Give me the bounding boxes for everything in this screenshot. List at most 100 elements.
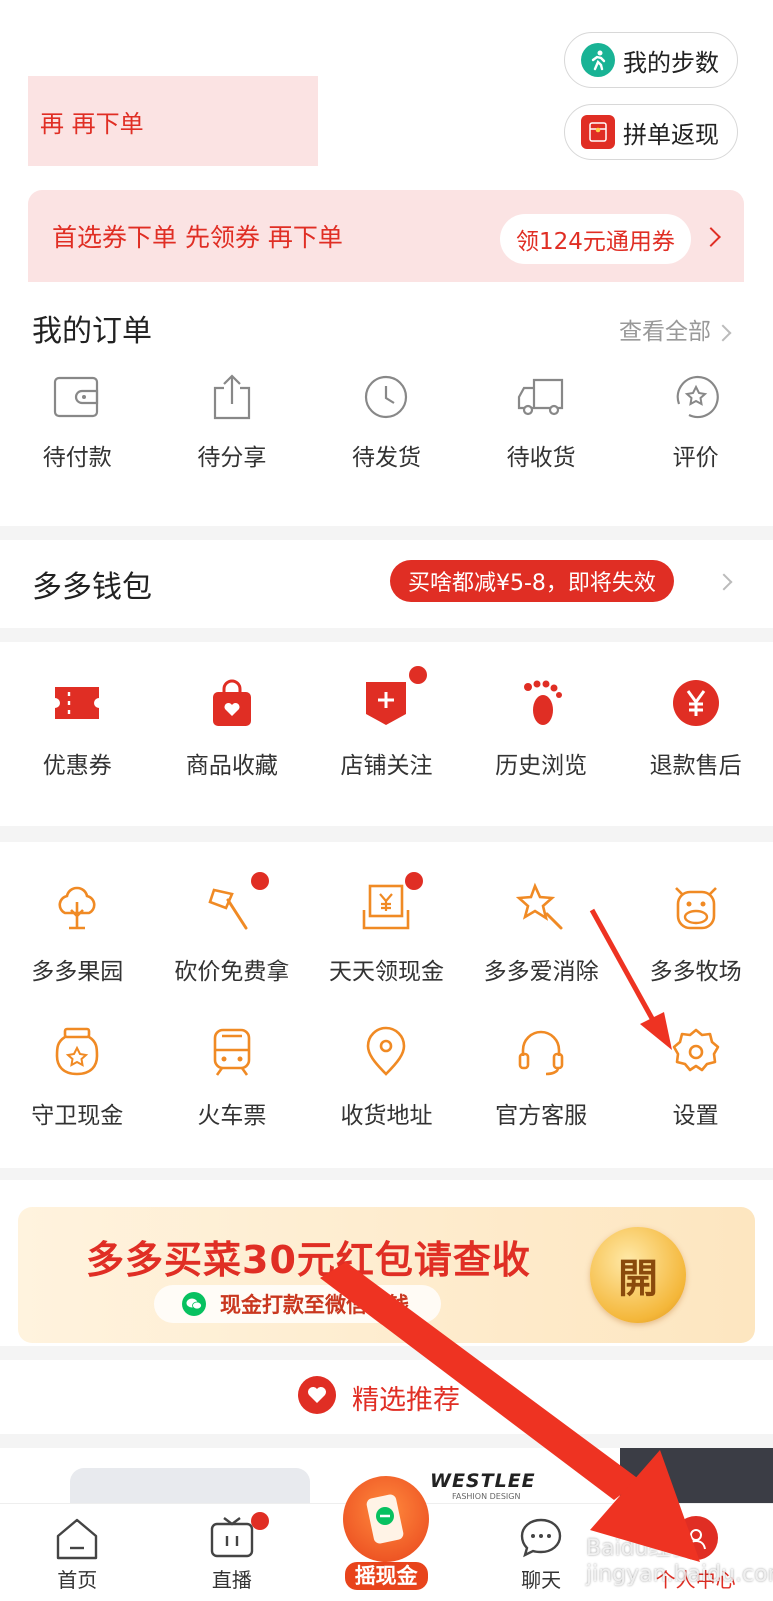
coupon-tag-label: 领124元通用券 xyxy=(516,229,675,255)
location-pin-icon xyxy=(367,1026,406,1076)
coupon-icon xyxy=(55,687,100,719)
service-history[interactable]: 历史浏览 xyxy=(464,678,619,780)
services-row: 优惠券 商品收藏 店铺关注 历史浏览 退款售后 xyxy=(0,666,773,780)
tv-live-icon xyxy=(210,1517,254,1558)
nav-home[interactable]: 首页 xyxy=(0,1504,155,1601)
shake-cash-icon xyxy=(343,1476,430,1562)
service-store-follow[interactable]: 店铺关注 xyxy=(309,666,464,780)
get-coupon-button[interactable]: 领124元通用券 xyxy=(500,214,691,264)
tool-orchard[interactable]: 多多果园 xyxy=(0,882,155,986)
tool-label: 多多爱消除 xyxy=(483,959,599,985)
wallet-icon xyxy=(54,376,99,418)
tool-label: 多多果园 xyxy=(31,959,124,985)
wechat-icon xyxy=(182,1292,206,1316)
product-card-right[interactable]: WESTLEE FASHION DESIGN xyxy=(390,1448,773,1504)
open-red-packet-button[interactable]: 開 xyxy=(590,1227,686,1323)
headset-icon xyxy=(518,1030,564,1076)
order-label: 待分享 xyxy=(197,445,267,471)
notification-dot xyxy=(250,872,269,890)
recommend-header: 精选推荐 xyxy=(0,1360,773,1434)
tool-ranch[interactable]: 多多牧场 xyxy=(618,882,773,986)
view-all-label: 查看全部 xyxy=(619,319,711,345)
tool-label: 火车票 xyxy=(197,1103,267,1129)
order-pending-share[interactable]: 待分享 xyxy=(155,374,310,472)
store-follow-icon xyxy=(366,682,407,725)
service-label: 店铺关注 xyxy=(340,753,433,779)
product-brand-sub: FASHION DESIGN xyxy=(452,1492,521,1501)
truck-icon xyxy=(517,378,564,416)
notification-dot xyxy=(405,872,424,890)
orders-title: 我的订单 xyxy=(32,314,152,349)
banner-subtitle: 现金打款至微信零钱 xyxy=(220,1293,409,1317)
product-card-left[interactable] xyxy=(0,1448,383,1504)
tool-train-ticket[interactable]: 火车票 xyxy=(155,1026,310,1130)
view-all-orders-link[interactable]: 查看全部 xyxy=(619,312,732,346)
header-area: 再 再下单 我的步数 拼单返现 首选券下单 先领券 再下单 领124元通用券 xyxy=(0,0,773,282)
nav-live[interactable]: 直播 xyxy=(155,1504,310,1601)
recommend-title: 精选推荐 xyxy=(352,1385,460,1416)
tool-guard-cash[interactable]: 守卫现金 xyxy=(0,1026,155,1130)
wallet-promo-badge[interactable]: 买啥都减¥5-8，即将失效 xyxy=(390,560,674,602)
tool-shipping-address[interactable]: 收货地址 xyxy=(309,1026,464,1130)
wallet-title: 多多钱包 xyxy=(32,570,152,605)
product-brand: WESTLEE xyxy=(430,1470,536,1492)
jar-icon xyxy=(55,1027,99,1076)
service-label: 优惠券 xyxy=(42,753,112,779)
tool-daily-cash[interactable]: 天天领现金 xyxy=(309,872,464,986)
order-label: 待收货 xyxy=(506,445,576,471)
product-image xyxy=(70,1468,310,1504)
banner-title: 多多买菜30元红包请查收 xyxy=(86,1238,531,1282)
service-label: 商品收藏 xyxy=(185,753,278,779)
order-status-row: 待付款 待分享 待发货 待收货 评价 xyxy=(0,374,773,472)
tool-label: 守卫现金 xyxy=(31,1103,124,1129)
nav-shake-cash[interactable]: 摇现金 xyxy=(309,1476,464,1601)
orders-section: 我的订单 查看全部 待付款 待分享 待发货 待收货 评价 xyxy=(0,282,773,526)
favorite-bag-icon xyxy=(212,679,251,726)
open-label: 開 xyxy=(618,1256,658,1302)
services-section: 优惠券 商品收藏 店铺关注 历史浏览 退款售后 xyxy=(0,642,773,826)
tool-label: 收货地址 xyxy=(340,1103,433,1129)
order-pending-payment[interactable]: 待付款 xyxy=(0,374,155,472)
home-icon xyxy=(57,1518,98,1560)
tool-label: 官方客服 xyxy=(495,1103,588,1129)
chat-bubble-icon xyxy=(520,1518,562,1558)
tools-row-2: 守卫现金 火车票 收货地址 官方客服 设置 xyxy=(0,1026,773,1130)
service-refund[interactable]: 退款售后 xyxy=(618,678,773,780)
tool-customer-service[interactable]: 官方客服 xyxy=(464,1026,619,1130)
tool-settings[interactable]: 设置 xyxy=(618,1026,773,1130)
order-pending-ship[interactable]: 待发货 xyxy=(309,374,464,472)
tool-bargain[interactable]: 砍价免费拿 xyxy=(155,872,310,986)
banner-subtitle-pill: 现金打款至微信零钱 xyxy=(154,1285,441,1323)
faded-text-1: 再 再下单 xyxy=(40,110,144,138)
product-image xyxy=(620,1448,773,1504)
red-envelope-icon xyxy=(581,115,615,149)
order-label: 待付款 xyxy=(42,445,112,471)
watermark: Baidu经验 jingyan.baidu.com xyxy=(586,1536,773,1587)
clock-icon xyxy=(365,375,408,419)
service-coupons[interactable]: 优惠券 xyxy=(0,678,155,780)
tool-label: 多多牧场 xyxy=(649,959,742,985)
settings-gear-icon xyxy=(672,1028,719,1072)
service-favorites[interactable]: 商品收藏 xyxy=(155,678,310,780)
running-icon xyxy=(581,43,615,77)
my-steps-label: 我的步数 xyxy=(623,48,719,77)
star-wand-icon xyxy=(515,882,563,930)
tools-row-1: 多多果园 砍价免费拿 天天领现金 多多爱消除 多多牧场 xyxy=(0,872,773,986)
faded-text-2: 首选券下单 先领券 再下单 xyxy=(52,223,343,252)
share-icon xyxy=(213,374,250,420)
my-steps-button[interactable]: 我的步数 xyxy=(564,32,738,88)
order-review[interactable]: 评价 xyxy=(618,374,773,472)
service-label: 历史浏览 xyxy=(495,753,588,779)
wallet-section[interactable]: 多多钱包 买啥都减¥5-8，即将失效 xyxy=(0,540,773,628)
group-refund-label: 拼单返现 xyxy=(623,120,719,149)
order-pending-receive[interactable]: 待收货 xyxy=(464,374,619,472)
tool-label: 设置 xyxy=(672,1103,719,1129)
nav-label: 摇现金 xyxy=(344,1562,428,1590)
review-star-icon xyxy=(676,375,719,419)
refund-yen-icon xyxy=(672,680,719,726)
nav-label: 直播 xyxy=(211,1568,252,1592)
tool-eliminate-game[interactable]: 多多爱消除 xyxy=(464,882,619,986)
grocery-red-packet-banner[interactable]: 多多买菜30元红包请查收 现金打款至微信零钱 開 xyxy=(18,1207,755,1343)
notification-dot xyxy=(409,666,428,684)
group-refund-button[interactable]: 拼单返现 xyxy=(564,104,738,160)
